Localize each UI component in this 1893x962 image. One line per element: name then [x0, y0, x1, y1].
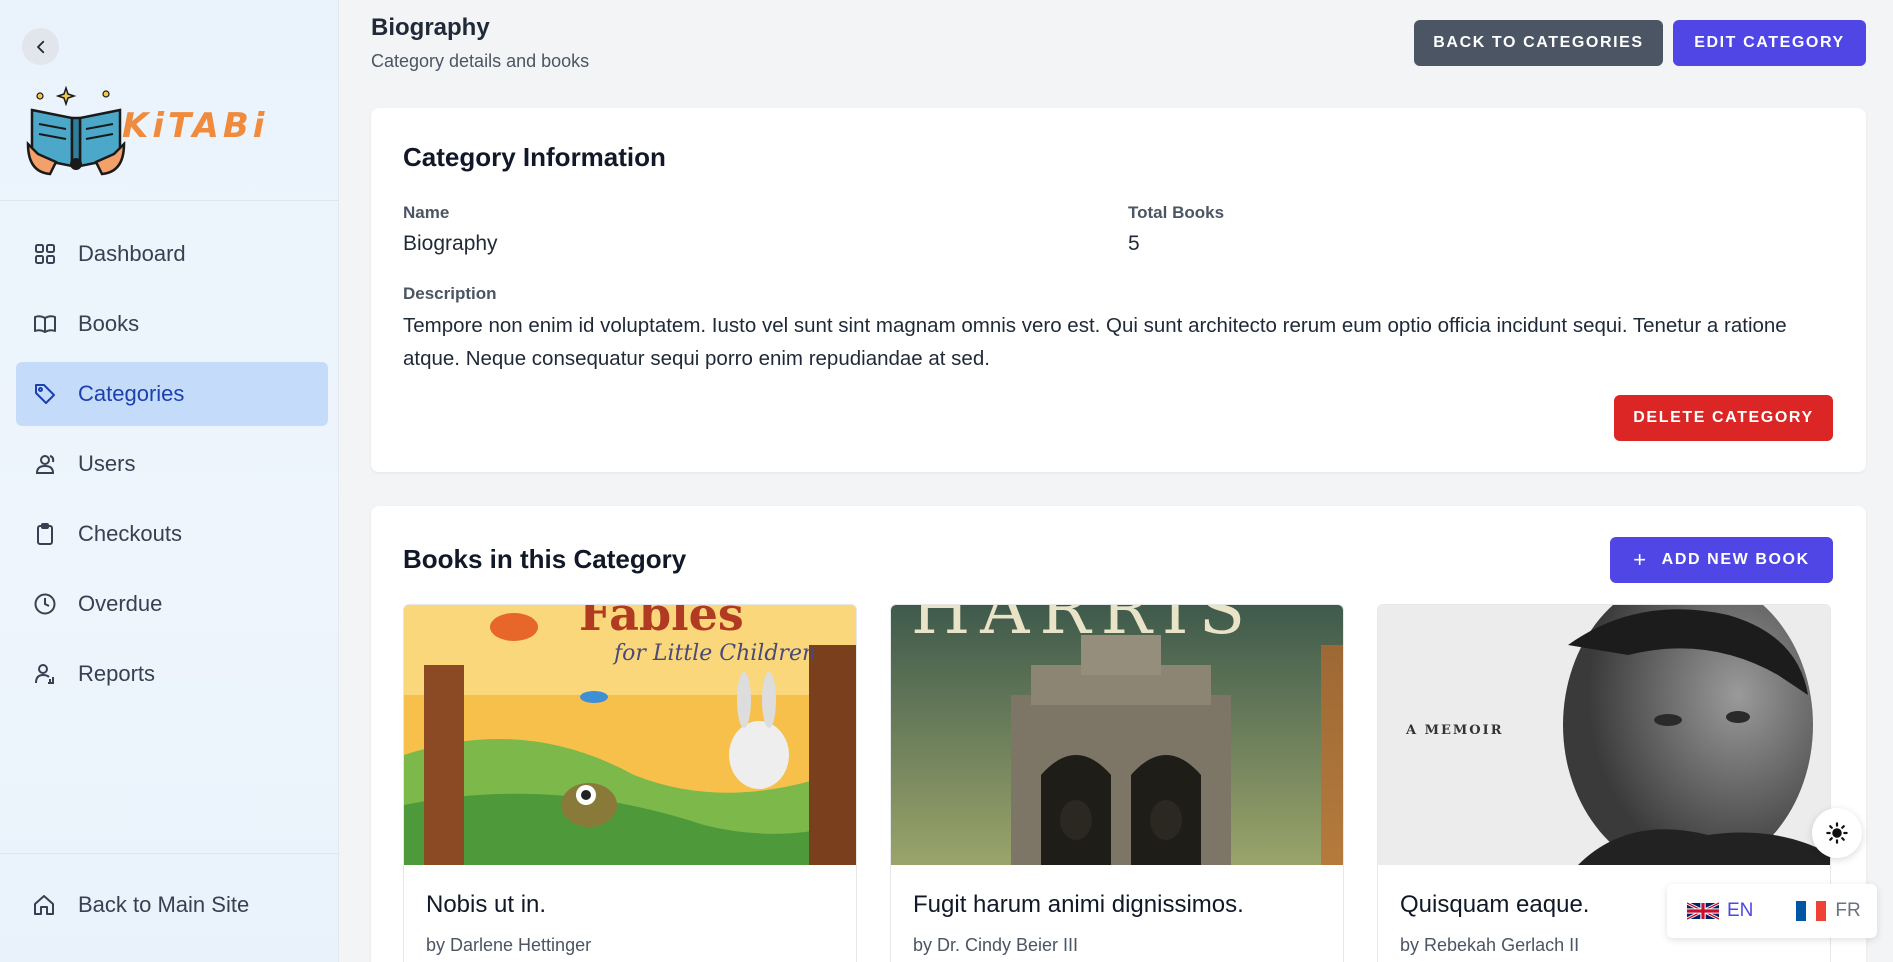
uk-flag-icon [1687, 901, 1719, 921]
sidebar-item-label: Categories [78, 381, 185, 406]
page-title: Biography [371, 14, 490, 41]
back-to-main-site-link[interactable]: Back to Main Site [32, 892, 249, 918]
book-cover-title: A MEMOIR [1406, 723, 1504, 738]
book-author: by Rebekah Gerlach II [1400, 935, 1580, 955]
language-option-en[interactable]: EN [1687, 900, 1753, 922]
book-cover[interactable]: Fables for Little Children [404, 605, 856, 865]
collapse-sidebar-button[interactable] [22, 28, 59, 65]
language-option-fr[interactable]: FR [1795, 900, 1861, 922]
clipboard-icon [32, 521, 58, 547]
sidebar-item-dashboard[interactable]: Dashboard [16, 222, 328, 286]
sidebar-item-categories[interactable]: Categories [16, 362, 328, 426]
users-icon [32, 451, 58, 477]
add-new-book-label: ADD NEW BOOK [1661, 551, 1810, 568]
language-code: FR [1835, 900, 1861, 921]
book-title[interactable]: Fugit harum animi dignissimos. [913, 891, 1244, 919]
sidebar-divider [0, 853, 339, 854]
delete-category-button[interactable]: DELETE CATEGORY [1614, 395, 1833, 441]
total-books-label: Total Books [1128, 203, 1225, 222]
name-value: Biography [403, 232, 498, 255]
brand-name: KiTABi [122, 106, 269, 146]
sun-icon [1826, 822, 1848, 844]
book-card[interactable]: Fables for Little Children Nobis ut in. … [403, 604, 857, 962]
sidebar-item-books[interactable]: Books [16, 292, 328, 356]
card-title: Category Information [403, 142, 666, 172]
sidebar-item-label: Checkouts [78, 521, 182, 546]
edit-category-button[interactable]: EDIT CATEGORY [1673, 20, 1866, 66]
description-value: Tempore non enim id voluptatem. Iusto ve… [403, 314, 1787, 370]
tag-icon [32, 381, 58, 407]
book-cover[interactable]: HARRIS [891, 605, 1343, 865]
sidebar-divider [0, 200, 339, 201]
total-books-value: 5 [1128, 232, 1140, 255]
sidebar-nav: Dashboard Books Categories Users Checkou… [16, 222, 328, 712]
book-title[interactable]: Quisquam eaque. [1400, 891, 1589, 919]
book-cover[interactable]: A MEMOIR [1378, 605, 1830, 865]
book-title[interactable]: Nobis ut in. [426, 891, 546, 919]
name-label: Name [403, 203, 450, 222]
theme-toggle-button[interactable] [1812, 808, 1862, 858]
book-cover-title: Fables [579, 605, 744, 641]
sidebar-item-label: Overdue [78, 591, 163, 616]
book-card[interactable]: HARRIS Fugit harum animi dignissimos. by… [890, 604, 1344, 962]
sidebar-item-label: Reports [78, 661, 156, 686]
language-code: EN [1727, 900, 1754, 921]
sidebar-item-label: Dashboard [78, 241, 186, 266]
book-author: by Dr. Cindy Beier III [913, 935, 1079, 955]
sidebar: KiTABi Dashboard Books Categories Users [0, 0, 339, 962]
sidebar-item-checkouts[interactable]: Checkouts [16, 502, 328, 566]
category-information-card: Category Information Name Biography Tota… [371, 108, 1866, 472]
book-open-icon [32, 311, 58, 337]
sidebar-item-label: Users [78, 451, 136, 476]
language-switcher: EN FR [1667, 884, 1877, 938]
back-to-categories-button[interactable]: BACK TO CATEGORIES [1414, 20, 1663, 66]
logo-reading-icon [26, 85, 126, 176]
france-flag-icon [1795, 901, 1827, 921]
description-label: Description [403, 284, 497, 303]
plus-icon: + [1633, 547, 1648, 572]
sidebar-item-users[interactable]: Users [16, 432, 328, 496]
home-icon [32, 892, 58, 918]
books-in-category-card: Books in this Category + ADD NEW BOOK Fa… [371, 506, 1866, 962]
book-cover-subtitle: for Little Children [614, 641, 817, 666]
sidebar-item-overdue[interactable]: Overdue [16, 572, 328, 636]
add-new-book-button[interactable]: + ADD NEW BOOK [1610, 537, 1833, 583]
clock-icon [32, 591, 58, 617]
back-to-main-site-label: Back to Main Site [78, 892, 250, 917]
card-title: Books in this Category [403, 544, 687, 574]
sidebar-item-reports[interactable]: Reports [16, 642, 328, 706]
page-subtitle: Category details and books [371, 51, 590, 71]
book-cover-title: HARRIS [911, 605, 1256, 650]
grid-icon [32, 241, 58, 267]
chevron-left-icon [36, 40, 44, 53]
user-chart-icon [32, 661, 58, 687]
sidebar-item-label: Books [78, 311, 140, 336]
book-author: by Darlene Hettinger [426, 935, 592, 955]
